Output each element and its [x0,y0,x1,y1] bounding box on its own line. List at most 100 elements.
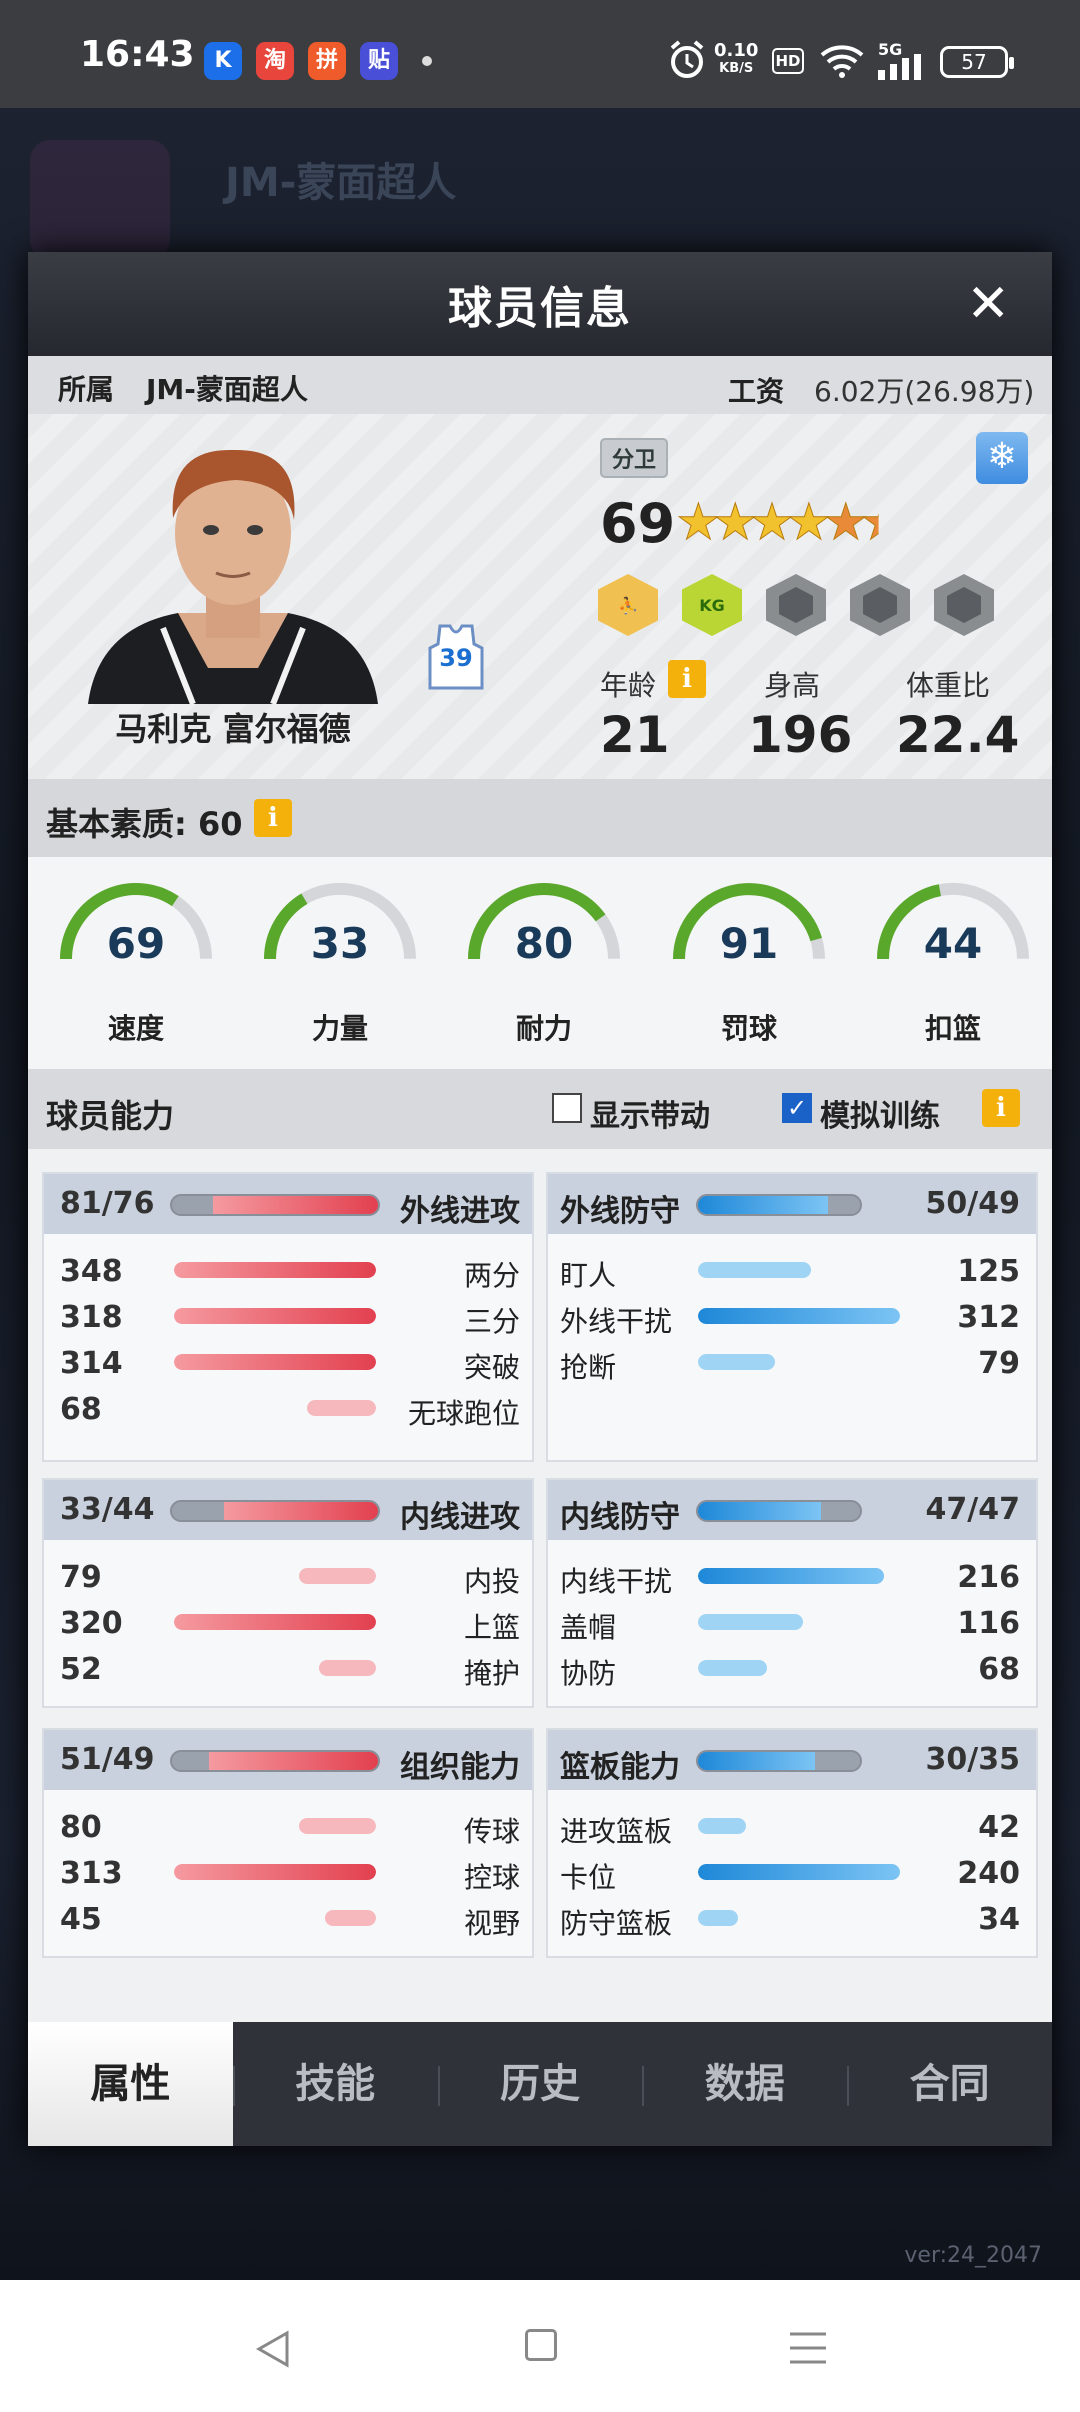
tab-data[interactable]: 数据 [642,2022,847,2146]
ability-total-bar [170,1194,380,1216]
ability-row-bar [698,1308,900,1324]
ability-header: 球员能力 显示带动 ✓ 模拟训练 i [28,1069,1052,1149]
ability-row-name: 内线干扰 [560,1565,673,1598]
gauge-value: 80 [514,919,574,968]
ability-row-name: 协防 [560,1657,617,1690]
ability-row: 318 三分 [44,1294,532,1340]
show-boost-checkbox[interactable] [552,1093,582,1123]
simulate-training-label[interactable]: 模拟训练 [820,1091,940,1135]
ability-row-value: 216 [957,1560,1020,1595]
age-label: 年龄 [600,669,657,702]
star-icon: ★ [860,493,897,551]
ability-row-bar [174,1660,376,1676]
ability-card-header: 47/47 内线防守 [548,1480,1036,1540]
ability-row-bar [698,1818,900,1834]
jersey-number: 39 [439,644,473,672]
ability-row: 42 进攻篮板 [548,1804,1036,1850]
ability-total-fill [698,1196,828,1214]
player-summary: 马利克 富尔福德 39 分卫 ❄ 69 ★★★★★★ ⛹ KG 年龄 i 身高 … [28,414,1052,779]
team-value: JM-蒙面超人 [146,373,308,406]
ability-card: 30/35 篮板能力 42 进攻篮板 240 卡位 34 防守篮板 [546,1728,1038,1958]
ability-row-name: 三分 [463,1305,520,1338]
clock: 16:43 [80,34,195,75]
kg-badge-icon[interactable]: KG [682,574,742,636]
attribute-gauges: 69 速度 33 力量 80 耐力 91 罚球 44 扣篮 [28,857,1052,1069]
ability-row-fill [698,1262,811,1278]
ability-row-fill [698,1818,746,1834]
ability-title: 内线防守 [560,1500,680,1535]
ability-row-bar [698,1568,900,1584]
ability-title: 外线防守 [560,1194,680,1229]
ability-row-fill [307,1400,376,1416]
age-info-icon[interactable]: i [668,660,706,698]
ability-card-header: 30/35 篮板能力 [548,1730,1036,1790]
attribute-gauge: 91 罚球 [669,877,829,1067]
locked-badge-icon[interactable] [850,574,910,636]
ability-row-value: 80 [60,1810,102,1845]
ability-total-bar [170,1500,380,1522]
star-icon: ★ [786,493,832,551]
ability-total-bar [696,1194,862,1216]
tab-skills[interactable]: 技能 [232,2022,438,2146]
ability-row-value: 45 [60,1902,102,1937]
tab-contract[interactable]: 合同 [847,2022,1052,2146]
simulate-training-checkbox[interactable]: ✓ [782,1093,812,1123]
ability-row-value: 318 [60,1300,123,1335]
ability-row-fill [325,1910,376,1926]
ability-row-bar [174,1262,376,1278]
snowflake-icon[interactable]: ❄ [976,432,1028,484]
ability-row: 68 无球跑位 [44,1386,532,1432]
tab-history[interactable]: 历史 [437,2022,643,2146]
locked-badge-icon[interactable] [766,574,826,636]
ability-row-fill [698,1660,767,1676]
show-boost-label[interactable]: 显示带动 [590,1091,710,1135]
ability-row-bar [174,1614,376,1630]
close-button[interactable]: ✕ [966,278,1010,330]
background-team-name: JM-蒙面超人 [225,160,457,206]
ability-row-fill [174,1354,376,1370]
ability-row-bar [698,1262,900,1278]
status-bar: 16:43 K 淘 拼 贴 0.10 KB/S HD 5G 57 [0,0,1080,108]
ability-row: 216 内线干扰 [548,1554,1036,1600]
ability-row-bar [698,1910,900,1926]
position-badge: 分卫 [600,438,669,478]
star-icon: ★ [823,493,869,551]
basic-quality-info-icon[interactable]: i [254,799,292,837]
menu-icon[interactable] [790,2330,826,2366]
ability-row-bar [174,1818,376,1834]
team-salary-bar: 所属 JM-蒙面超人 工资 6.02万(26.98万) [28,356,1052,414]
tab-attributes[interactable]: 属性 [28,2022,233,2146]
ability-row-fill [698,1614,803,1630]
ability-row-fill [174,1864,376,1880]
ability-row-bar [174,1568,376,1584]
ability-total-fill [698,1752,815,1770]
locked-badge-icon[interactable] [934,574,994,636]
hd-icon: HD [772,48,804,74]
ability-row: 68 协防 [548,1646,1036,1692]
player-skill-badge-icon[interactable]: ⛹ [598,574,658,636]
attribute-gauge: 33 力量 [260,877,420,1067]
ability-title: 外线进攻 [400,1194,520,1229]
player-info-dialog: 球员信息 ✕ 所属 JM-蒙面超人 工资 6.02万(26.98万) 马利克 富… [28,252,1052,2146]
ability-row-name: 内投 [463,1565,520,1598]
back-icon[interactable] [255,2330,291,2368]
ability-row-bar [174,1910,376,1926]
ability-row-value: 52 [60,1652,102,1687]
home-icon[interactable] [525,2329,557,2361]
ability-info-icon[interactable]: i [982,1089,1020,1127]
attribute-gauge: 69 速度 [56,877,216,1067]
ability-card: 47/47 内线防守 216 内线干扰 116 盖帽 68 协防 [546,1478,1038,1708]
ability-row-fill [174,1262,376,1278]
basic-quality-bar: 基本素质: 60 i [28,779,1052,857]
ability-row-name: 外线干扰 [560,1305,673,1338]
gauge-label: 耐力 [515,1012,572,1045]
alarm-icon [670,40,704,78]
ability-row: 320 上篮 [44,1600,532,1646]
ability-row-name: 抢断 [560,1351,617,1384]
ability-card: 81/76 外线进攻 348 两分 318 三分 314 突破 68 无球跑位 [42,1172,534,1462]
ability-title: 篮板能力 [560,1750,680,1785]
gauge-value: 91 [719,919,779,968]
ability-row-fill [299,1818,376,1834]
ability-total-fill [213,1196,378,1214]
gauge-label: 速度 [107,1012,164,1045]
